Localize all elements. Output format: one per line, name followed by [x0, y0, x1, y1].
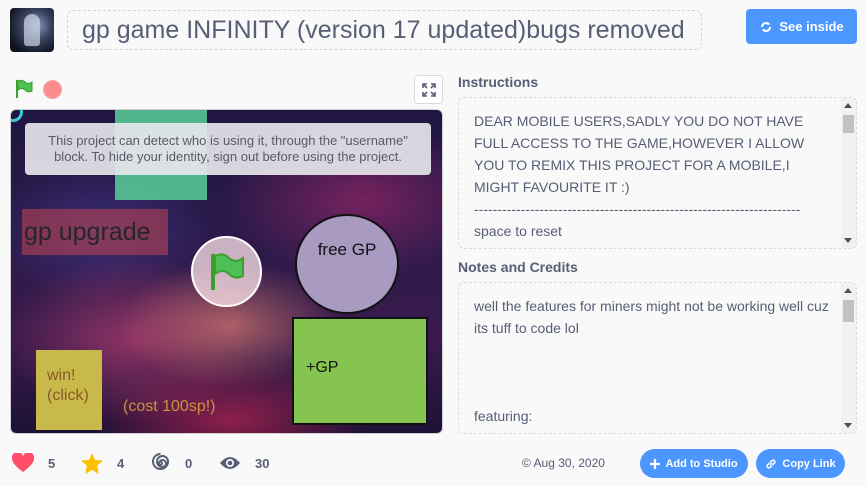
scroll-up-icon[interactable]	[844, 103, 852, 108]
project-title-input[interactable]: gp game INFINITY (version 17 updated)bug…	[67, 10, 702, 50]
notes-text: well the features for miners might not b…	[474, 298, 829, 433]
free-gp-sprite[interactable]: free GP	[295, 214, 399, 314]
notes-heading: Notes and Credits	[458, 259, 578, 275]
stage-start-button[interactable]	[191, 236, 262, 307]
heart-icon	[12, 453, 34, 472]
view-count: 30	[255, 455, 270, 471]
username-notice: This project can detect who is using it,…	[25, 123, 431, 175]
scroll-down-icon[interactable]	[844, 238, 852, 243]
eye-icon	[220, 457, 240, 469]
loading-ring-icon	[11, 110, 23, 122]
instructions-scrollbar[interactable]	[841, 98, 856, 248]
copyright-icon: ©	[522, 456, 531, 470]
notes-panel[interactable]: well the features for miners might not b…	[458, 282, 857, 434]
love-stat[interactable]: 5	[12, 452, 55, 474]
plus-icon	[650, 458, 661, 469]
notes-scrollbar[interactable]	[841, 283, 856, 433]
scroll-down-icon[interactable]	[844, 423, 852, 428]
copy-link-label: Copy Link	[782, 457, 836, 470]
share-date: © Aug 30, 2020	[522, 456, 605, 470]
remix-count: 0	[185, 455, 193, 471]
favorite-count: 4	[117, 455, 125, 471]
see-inside-button[interactable]: See inside	[746, 9, 857, 44]
cost-label: (cost 100sp!)	[123, 398, 216, 415]
project-thumbnail	[10, 8, 54, 52]
link-icon	[766, 458, 776, 469]
green-flag-icon[interactable]	[14, 79, 34, 99]
fullscreen-button[interactable]	[414, 75, 443, 104]
instructions-heading: Instructions	[458, 74, 539, 90]
share-date-text: Aug 30, 2020	[533, 456, 605, 470]
instructions-text: DEAR MOBILE USERS,SADLY YOU DO NOT HAVE …	[474, 113, 805, 239]
expand-icon	[421, 82, 436, 97]
add-to-studio-label: Add to Studio	[665, 457, 738, 470]
stop-icon[interactable]	[43, 80, 62, 99]
remix-icon	[761, 21, 772, 32]
remix-spiral-icon	[152, 452, 170, 470]
project-stage[interactable]: This project can detect who is using it,…	[10, 109, 443, 434]
win-sprite[interactable]: win! (click)	[36, 350, 102, 430]
view-stat: 30	[219, 452, 269, 474]
favorite-stat[interactable]: 4	[81, 452, 124, 474]
instructions-scroll-thumb[interactable]	[843, 115, 854, 133]
scroll-up-icon[interactable]	[844, 288, 852, 293]
see-inside-label: See inside	[779, 19, 844, 34]
copy-link-button[interactable]: Copy Link	[756, 449, 845, 478]
star-icon	[81, 452, 103, 474]
add-to-studio-button[interactable]: Add to Studio	[640, 449, 748, 478]
remix-stat: 0	[150, 452, 192, 474]
instructions-panel[interactable]: DEAR MOBILE USERS,SADLY YOU DO NOT HAVE …	[458, 97, 857, 249]
notes-scroll-thumb[interactable]	[843, 300, 854, 322]
gp-upgrade-sprite[interactable]: gp upgrade	[22, 209, 168, 255]
love-count: 5	[48, 455, 56, 471]
green-flag-icon	[210, 252, 244, 290]
plus-gp-sprite[interactable]: +GP	[292, 317, 428, 425]
